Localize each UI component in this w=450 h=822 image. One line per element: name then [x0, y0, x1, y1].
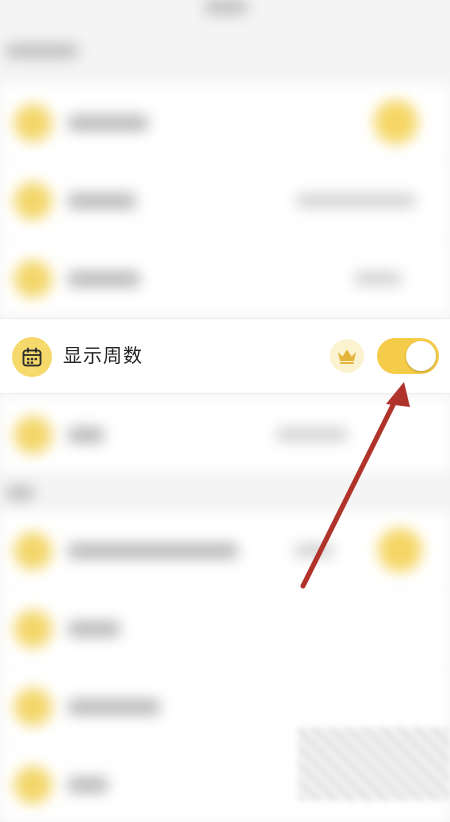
watermark — [298, 727, 450, 801]
annotation-arrow — [300, 382, 410, 589]
